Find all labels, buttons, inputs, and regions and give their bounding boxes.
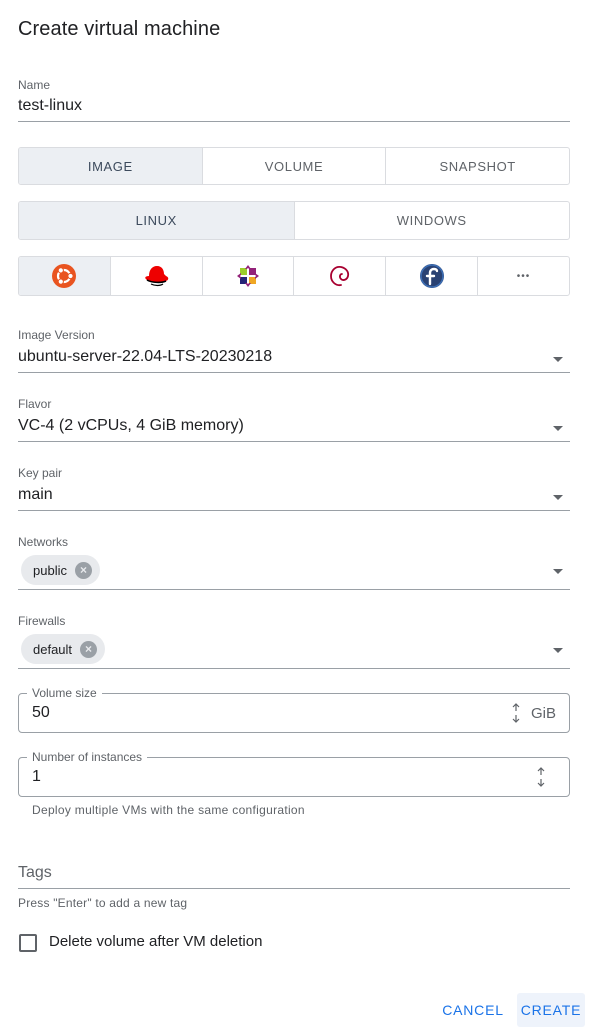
tab-volume[interactable]: VOLUME bbox=[201, 148, 386, 184]
chevron-down-icon[interactable] bbox=[553, 495, 563, 500]
image-version-label: Image Version bbox=[18, 328, 95, 342]
centos-icon bbox=[237, 265, 260, 287]
tab-linux[interactable]: LINUX bbox=[19, 202, 294, 239]
close-icon[interactable]: × bbox=[74, 561, 92, 579]
firewalls-underline bbox=[18, 668, 570, 669]
fedora-icon bbox=[419, 264, 444, 288]
network-chip[interactable]: public × bbox=[21, 555, 100, 585]
networks-underline bbox=[18, 589, 570, 590]
firewall-chip-label: default bbox=[33, 641, 73, 657]
delete-volume-checkbox[interactable] bbox=[19, 934, 37, 952]
key-pair-select[interactable]: main bbox=[18, 486, 53, 504]
name-input[interactable]: test-linux bbox=[18, 97, 82, 115]
distro-redhat[interactable] bbox=[109, 257, 202, 295]
chevron-down-icon[interactable] bbox=[553, 357, 563, 362]
instances-input[interactable]: 1 bbox=[32, 768, 41, 786]
tab-snapshot[interactable]: SNAPSHOT bbox=[385, 148, 569, 184]
more-icon: ••• bbox=[516, 270, 531, 282]
name-underline bbox=[18, 121, 570, 122]
source-type-tabs: IMAGE VOLUME SNAPSHOT bbox=[18, 147, 570, 185]
ubuntu-icon bbox=[52, 264, 77, 288]
tags-helper: Press "Enter" to add a new tag bbox=[18, 896, 188, 910]
distro-ubuntu[interactable] bbox=[19, 257, 110, 295]
redhat-icon bbox=[145, 266, 169, 287]
flavor-underline bbox=[18, 441, 570, 442]
chevron-down-icon[interactable] bbox=[553, 569, 563, 574]
network-chip-label: public bbox=[33, 562, 67, 578]
tab-image[interactable]: IMAGE bbox=[19, 148, 202, 184]
dialog-title: Create virtual machine bbox=[18, 18, 221, 40]
close-icon[interactable]: × bbox=[80, 640, 98, 658]
os-type-tabs: LINUX WINDOWS bbox=[18, 201, 570, 240]
chevron-down-icon[interactable] bbox=[553, 426, 563, 431]
volume-size-input[interactable]: 50 bbox=[32, 704, 50, 722]
tags-underline bbox=[18, 888, 570, 889]
volume-size-label: Volume size bbox=[27, 686, 102, 700]
cancel-button[interactable]: CANCEL bbox=[438, 993, 508, 1027]
debian-icon bbox=[329, 265, 349, 287]
networks-label: Networks bbox=[18, 535, 69, 549]
tab-windows[interactable]: WINDOWS bbox=[293, 202, 570, 239]
name-label: Name bbox=[18, 78, 51, 92]
stepper-icon[interactable] bbox=[535, 766, 547, 788]
distro-more[interactable]: ••• bbox=[477, 257, 569, 295]
instances-helper: Deploy multiple VMs with the same config… bbox=[32, 803, 305, 817]
key-pair-underline bbox=[18, 510, 570, 511]
chevron-down-icon[interactable] bbox=[553, 648, 563, 653]
image-version-select[interactable]: ubuntu-server-22.04-LTS-20230218 bbox=[18, 348, 272, 366]
instances-label: Number of instances bbox=[27, 750, 148, 764]
create-button[interactable]: CREATE bbox=[517, 993, 585, 1027]
flavor-select[interactable]: VC-4 (2 vCPUs, 4 GiB memory) bbox=[18, 417, 244, 435]
flavor-label: Flavor bbox=[18, 397, 52, 411]
stepper-icon[interactable] bbox=[510, 702, 522, 724]
firewalls-label: Firewalls bbox=[18, 614, 66, 628]
volume-unit: GiB bbox=[531, 705, 557, 722]
tags-input[interactable]: Tags bbox=[18, 864, 52, 882]
key-pair-label: Key pair bbox=[18, 466, 63, 480]
distro-centos[interactable] bbox=[201, 257, 294, 295]
delete-volume-label: Delete volume after VM deletion bbox=[49, 933, 263, 950]
distro-debian[interactable] bbox=[293, 257, 385, 295]
image-version-underline bbox=[18, 372, 570, 373]
firewall-chip[interactable]: default × bbox=[21, 634, 106, 664]
distro-selector: ••• bbox=[18, 256, 570, 296]
distro-fedora[interactable] bbox=[385, 257, 477, 295]
